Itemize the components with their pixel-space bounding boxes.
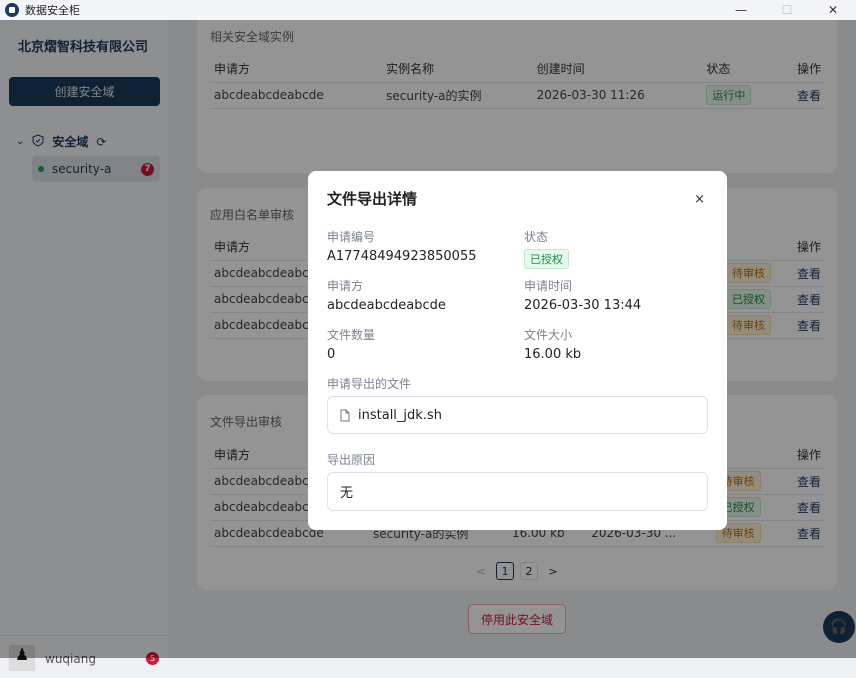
field-id: 申请编号 A17748494923850055 [327,228,477,264]
reason-field: 无 [327,472,708,511]
field-value: abcdeabcdeabcde [327,298,446,313]
modal-title: 文件导出详情 [327,190,418,208]
status-badge: 已授权 [524,249,569,269]
field-label: 申请方 [327,279,364,293]
file-item[interactable]: install_jdk.sh [327,396,708,434]
title-bar: 数据安全柜 — ☐ ✕ [0,0,856,20]
export-detail-modal: 文件导出详情 × 申请编号 A17748494923850055 状态已授权 申请… [308,171,727,530]
field-value: 2026-03-30 13:44 [524,298,642,313]
reason-label: 导出原因 [327,453,376,467]
window-title: 数据安全柜 [25,4,80,17]
field-label: 状态 [524,230,549,244]
file-icon [340,409,350,421]
field-status: 状态 已授权 [524,228,569,269]
maximize-button[interactable]: ☐ [764,0,810,20]
field-label: 申请时间 [524,279,573,293]
minimize-button[interactable]: — [718,0,764,20]
app-icon [5,3,19,17]
field-label: 申请编号 [327,230,376,244]
close-window-button[interactable]: ✕ [810,0,856,20]
field-value: A17748494923850055 [327,249,477,264]
close-icon[interactable]: × [694,192,705,207]
field-applicant: 申请方 abcdeabcdeabcde [327,277,446,313]
field-label: 文件大小 [524,328,573,342]
files-label: 申请导出的文件 [327,377,412,391]
field-value: 16.00 kb [524,347,582,362]
field-value: 0 [327,347,336,362]
field-label: 文件数量 [327,328,376,342]
field-size: 文件大小 16.00 kb [524,326,581,362]
field-time: 申请时间 2026-03-30 13:44 [524,277,641,313]
field-count: 文件数量 0 [327,326,375,362]
file-name: install_jdk.sh [358,407,442,423]
